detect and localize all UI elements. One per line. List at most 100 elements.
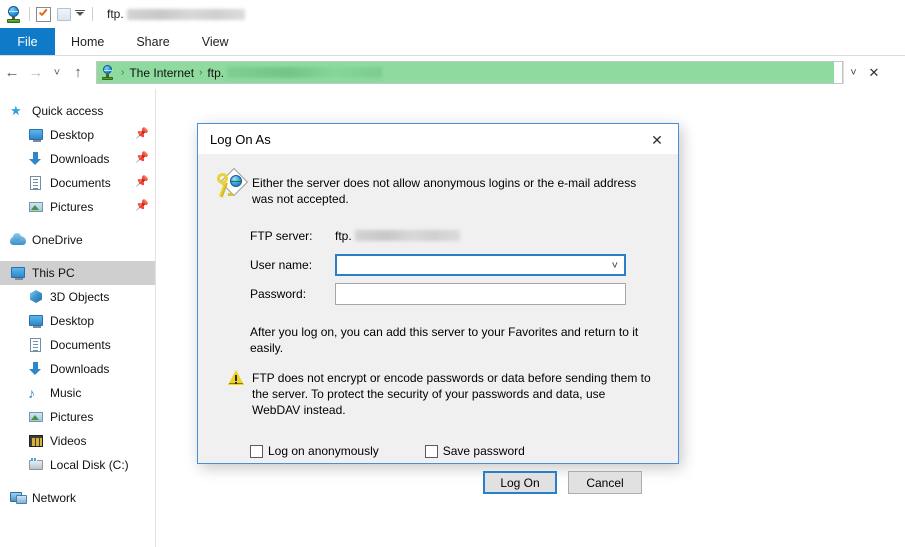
sidebar-item-label: Videos: [50, 434, 87, 448]
address-dropdown-button[interactable]: ˅: [843, 61, 863, 84]
dialog-form: FTP server: ftp. User name: ˅ Password:: [198, 207, 678, 308]
music-icon: ♪: [28, 385, 35, 401]
sidebar-item-label: This PC: [32, 266, 75, 280]
pin-icon[interactable]: 📌: [135, 128, 149, 140]
ftp-server-value: ftp.: [335, 229, 460, 243]
sidebar-item-label: Desktop: [50, 314, 95, 328]
sidebar-item-label: Pictures: [50, 200, 94, 214]
sidebar-item-label: Music: [50, 386, 82, 400]
sidebar-item-network[interactable]: Network: [0, 486, 155, 510]
tab-share[interactable]: Share: [120, 28, 185, 55]
properties-icon[interactable]: [36, 6, 51, 22]
favorites-hint: After you log on, you can add this serve…: [250, 325, 639, 355]
username-input[interactable]: ˅: [335, 253, 626, 276]
dialog-title: Log On As: [210, 131, 271, 147]
star-icon: ★: [10, 103, 22, 118]
checkbox-box[interactable]: [250, 444, 263, 458]
password-label: Password:: [250, 286, 307, 301]
sidebar-item-3d-objects[interactable]: 3D Objects: [0, 285, 155, 309]
dialog-message: Either the server does not allow anonymo…: [252, 176, 637, 206]
tab-home[interactable]: Home: [55, 28, 120, 55]
forward-button[interactable]: →: [24, 61, 48, 85]
pin-icon[interactable]: 📌: [135, 176, 149, 188]
address-bar[interactable]: › The Internet › ftp.: [96, 61, 843, 84]
chevron-down-icon[interactable]: ˅: [612, 260, 618, 272]
pictures-icon: [28, 199, 44, 215]
breadcrumb-item-ftp[interactable]: ftp.: [207, 66, 224, 80]
sidebar-item-label: Documents: [50, 338, 111, 352]
sidebar-item-label: Network: [32, 491, 77, 505]
username-label: User name:: [250, 257, 313, 272]
pin-icon[interactable]: 📌: [135, 200, 149, 212]
security-warning-text: FTP does not encrypt or encode passwords…: [252, 371, 651, 417]
sidebar-item-pictures-qa[interactable]: Pictures 📌: [0, 195, 155, 219]
stop-button[interactable]: ✕: [863, 61, 885, 84]
ftp-server-row: FTP server: ftp.: [198, 221, 678, 250]
sidebar-item-label: OneDrive: [32, 233, 83, 247]
password-row: Password:: [198, 279, 678, 308]
back-button[interactable]: ←: [0, 61, 24, 85]
tab-view[interactable]: View: [186, 28, 245, 55]
ftp-server-value-text: ftp.: [335, 228, 352, 243]
sidebar-item-videos[interactable]: Videos: [0, 429, 155, 453]
sidebar-item-label: Desktop: [50, 128, 95, 142]
ftp-site-icon[interactable]: [6, 5, 23, 23]
ribbon-tabs: File Home Share View: [0, 28, 905, 56]
pin-icon[interactable]: 📌: [135, 152, 149, 164]
up-button[interactable]: ↑: [66, 61, 90, 85]
sidebar-item-label: Quick access: [32, 104, 104, 118]
sidebar-item-pictures[interactable]: Pictures: [0, 405, 155, 429]
breadcrumb-site-icon: [101, 65, 116, 80]
local-disk-icon: [28, 457, 44, 473]
3d-objects-icon: [28, 289, 44, 305]
sidebar-item-music[interactable]: ♪ Music: [0, 381, 155, 405]
cancel-button[interactable]: Cancel: [568, 471, 642, 494]
this-pc-icon: [10, 265, 26, 281]
checkbox-box[interactable]: [424, 444, 438, 458]
log-on-button[interactable]: Log On: [483, 471, 557, 494]
save-password-checkbox[interactable]: Save password: [424, 444, 571, 458]
sidebar-item-desktop-qa[interactable]: Desktop 📌: [0, 123, 155, 147]
window-title-text: ftp.: [107, 7, 124, 21]
pictures-icon: [28, 409, 44, 425]
downloads-icon: [28, 151, 44, 167]
sidebar-item-downloads[interactable]: Downloads: [0, 357, 155, 381]
new-folder-icon[interactable]: [57, 7, 72, 22]
toolbar-divider: [29, 7, 30, 21]
password-input[interactable]: [335, 282, 626, 305]
dialog-body: Either the server does not allow anonymo…: [198, 155, 678, 494]
window-title-redacted: [126, 8, 245, 20]
dialog-message-row: Either the server does not allow anonymo…: [198, 155, 678, 207]
sidebar-item-downloads-qa[interactable]: Downloads 📌: [0, 147, 155, 171]
breadcrumb-redacted-host: [227, 67, 383, 78]
sidebar-item-label: Downloads: [50, 362, 110, 376]
customize-quick-access-caret[interactable]: [74, 8, 86, 20]
desktop-icon: [28, 313, 44, 329]
sidebar-item-documents[interactable]: Documents: [0, 333, 155, 357]
onedrive-cloud-icon: [10, 232, 26, 248]
recent-locations-button[interactable]: ˅: [48, 61, 66, 85]
checkbox-label: Log on anonymously: [268, 444, 379, 458]
documents-icon: [28, 175, 44, 191]
sidebar-item-onedrive[interactable]: OneDrive: [0, 228, 155, 252]
checkbox-label: Save password: [442, 444, 525, 458]
sidebar-item-desktop[interactable]: Desktop: [0, 309, 155, 333]
ftp-server-value-redacted: [354, 230, 460, 241]
desktop-icon: [28, 127, 44, 143]
file-explorer-window: ftp. File Home Share View ← → ˅ ↑ › The …: [0, 0, 905, 547]
breadcrumb-separator-1: ›: [121, 67, 125, 78]
tab-file[interactable]: File: [0, 28, 55, 55]
sidebar-item-local-disk-c[interactable]: Local Disk (C:): [0, 453, 155, 477]
sidebar-item-label: Pictures: [50, 410, 94, 424]
close-icon[interactable]: ✕: [642, 129, 672, 151]
dialog-checkboxes: Log on anonymously Save password: [198, 418, 678, 458]
security-warning-row: FTP does not encrypt or encode passwords…: [198, 356, 678, 418]
sidebar-item-documents-qa[interactable]: Documents 📌: [0, 171, 155, 195]
breadcrumb: › The Internet › ftp.: [97, 65, 842, 80]
breadcrumb-item-the-internet[interactable]: The Internet: [129, 66, 194, 80]
sidebar-item-label: Downloads: [50, 152, 110, 166]
sidebar-item-this-pc[interactable]: This PC: [0, 261, 155, 285]
sidebar-item-quick-access[interactable]: ★ Quick access: [0, 99, 155, 123]
dialog-buttons: Log On Cancel: [198, 458, 678, 494]
log-on-anonymously-checkbox[interactable]: Log on anonymously: [250, 444, 425, 458]
